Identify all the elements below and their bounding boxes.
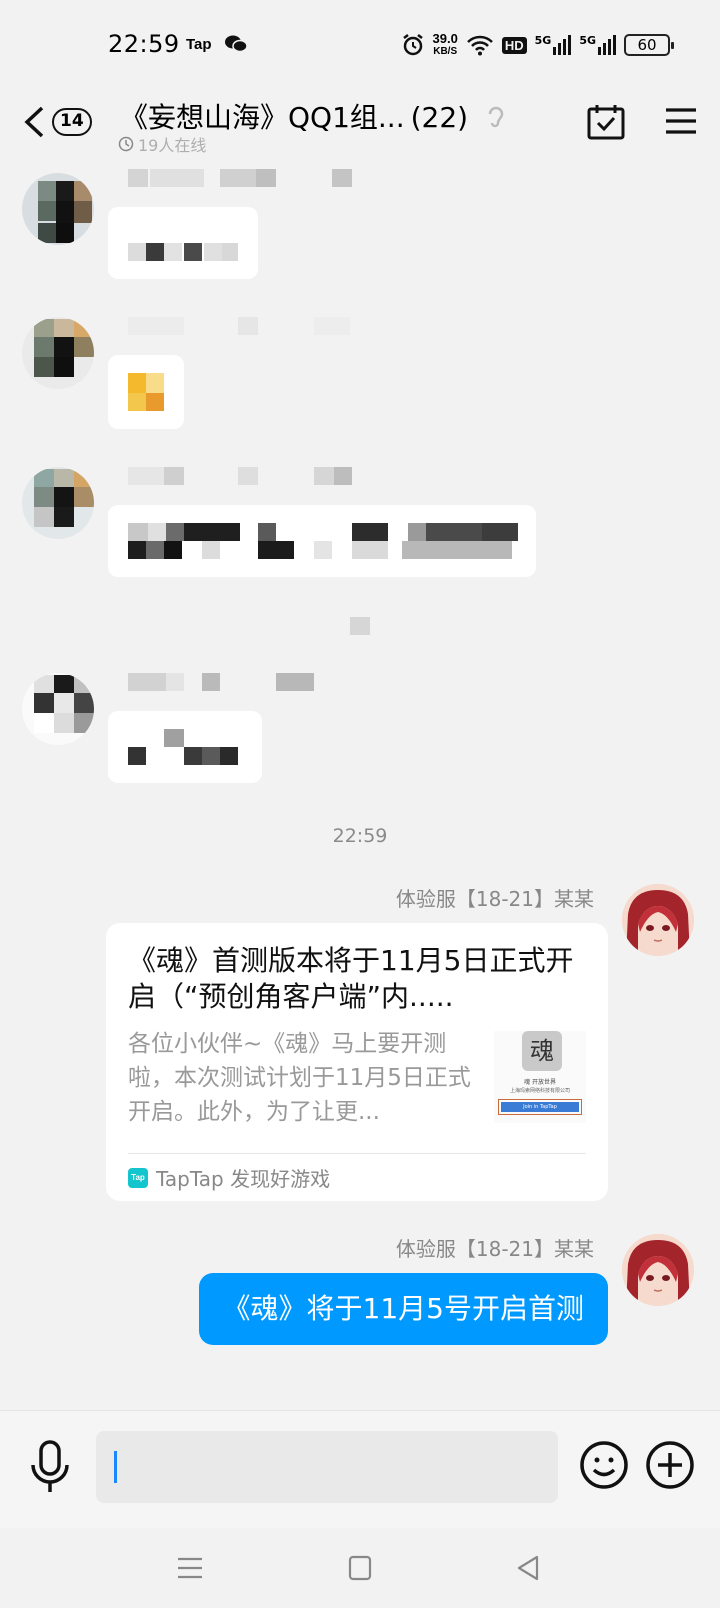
sender-name: 体验服【18-21】某某 bbox=[395, 1237, 594, 1261]
clock-icon bbox=[118, 136, 134, 152]
card-source: Tap TapTap 发现好游戏 bbox=[128, 1163, 330, 1192]
wechat-icon bbox=[225, 35, 248, 53]
thumb-company: 上海玛索网络科技有限公司 bbox=[509, 1088, 570, 1094]
message-list[interactable]: 22:59 体验服【18-21】某某 《魂》首测版本将于11月5日正式开启（“预… bbox=[0, 165, 720, 1410]
blurred-message-bubble[interactable] bbox=[108, 711, 262, 783]
card-divider bbox=[128, 1153, 586, 1154]
back-button[interactable]: 14 bbox=[22, 102, 102, 142]
avatar[interactable] bbox=[622, 884, 694, 956]
input-bar bbox=[0, 1410, 720, 1528]
card-source-text: TapTap 发现好游戏 bbox=[156, 1167, 331, 1191]
menu-icon[interactable] bbox=[664, 104, 698, 138]
avatar[interactable] bbox=[22, 173, 94, 245]
blurred-message-bubble[interactable] bbox=[108, 355, 184, 429]
battery-indicator: 60 bbox=[624, 34, 674, 56]
avatar[interactable] bbox=[622, 1234, 694, 1306]
hd-badge: HD bbox=[501, 36, 527, 54]
message-timestamp: 22:59 bbox=[332, 825, 388, 847]
nav-menu-icon[interactable] bbox=[170, 1548, 210, 1588]
avatar[interactable] bbox=[22, 317, 94, 389]
network-speed: 39.0 KB/S bbox=[432, 31, 458, 57]
nav-home-icon[interactable] bbox=[340, 1548, 380, 1588]
wifi-icon bbox=[466, 35, 493, 56]
taptap-notification-icon: Tap bbox=[186, 36, 212, 53]
taptap-logo-icon: Tap bbox=[128, 1167, 148, 1188]
share-card[interactable]: 《魂》首测版本将于11月5日正式开启（“预创角客户端”内..... 各位小伙伴~… bbox=[106, 923, 608, 1201]
thumb-logo: 魂 bbox=[522, 1031, 562, 1071]
avatar[interactable] bbox=[22, 673, 94, 745]
blurred-sender-name bbox=[128, 673, 354, 693]
blurred-system-notice bbox=[350, 617, 370, 635]
status-indicators: 39.0 KB/S HD 5G 5G 60 bbox=[401, 30, 674, 60]
thumb-caption: 魂 开放世界 bbox=[524, 1079, 556, 1086]
anime-avatar-image bbox=[622, 884, 694, 956]
text-caret bbox=[114, 1451, 117, 1483]
calendar-check-icon[interactable] bbox=[586, 102, 626, 142]
signal-sim2: 5G bbox=[579, 35, 616, 55]
system-nav-bar bbox=[0, 1528, 720, 1608]
plus-icon[interactable] bbox=[644, 1439, 696, 1491]
chat-title[interactable]: 《妄想山海》QQ1组... (22) bbox=[120, 96, 507, 136]
unread-count-badge: 14 bbox=[52, 108, 92, 136]
online-count: 19人在线 bbox=[118, 132, 206, 156]
card-thumbnail: 魂 魂 开放世界 上海玛索网络科技有限公司 Join in TapTap bbox=[494, 1031, 586, 1123]
blurred-sender-name bbox=[128, 169, 354, 189]
blurred-sender-name bbox=[128, 317, 354, 337]
signal-sim1: 5G bbox=[535, 35, 572, 55]
anime-avatar-image bbox=[622, 1234, 694, 1306]
ear-icon bbox=[488, 106, 504, 128]
status-bar: 22:59 Tap 39.0 KB/S HD 5G 5G 60 bbox=[0, 0, 720, 90]
avatar[interactable] bbox=[22, 467, 94, 539]
emoji-icon[interactable] bbox=[578, 1439, 630, 1491]
card-description: 各位小伙伴~《魂》马上要开测啦，本次测试计划于11月5日正式开启。此外，为了让更… bbox=[128, 1031, 471, 1125]
message-input[interactable] bbox=[96, 1431, 558, 1503]
blurred-message-bubble[interactable] bbox=[108, 505, 536, 577]
microphone-icon[interactable] bbox=[28, 1439, 72, 1495]
nav-back-icon[interactable] bbox=[508, 1548, 548, 1588]
thumb-join-button: Join in TapTap bbox=[498, 1099, 582, 1115]
outgoing-message-bubble[interactable]: 《魂》将于11月5号开启首测 bbox=[198, 1273, 608, 1345]
chat-header: 14 《妄想山海》QQ1组... (22) 19人在线 bbox=[0, 90, 720, 170]
alarm-icon bbox=[402, 34, 423, 56]
card-title: 《魂》首测版本将于11月5日正式开启（“预创角客户端”内..... bbox=[128, 944, 574, 1013]
status-time: 22:59 bbox=[108, 30, 180, 58]
sender-name: 体验服【18-21】某某 bbox=[395, 887, 594, 911]
back-icon bbox=[24, 106, 44, 138]
blurred-sender-name bbox=[128, 467, 354, 487]
member-count: (22) bbox=[410, 101, 469, 134]
blurred-message-bubble[interactable] bbox=[108, 207, 258, 279]
